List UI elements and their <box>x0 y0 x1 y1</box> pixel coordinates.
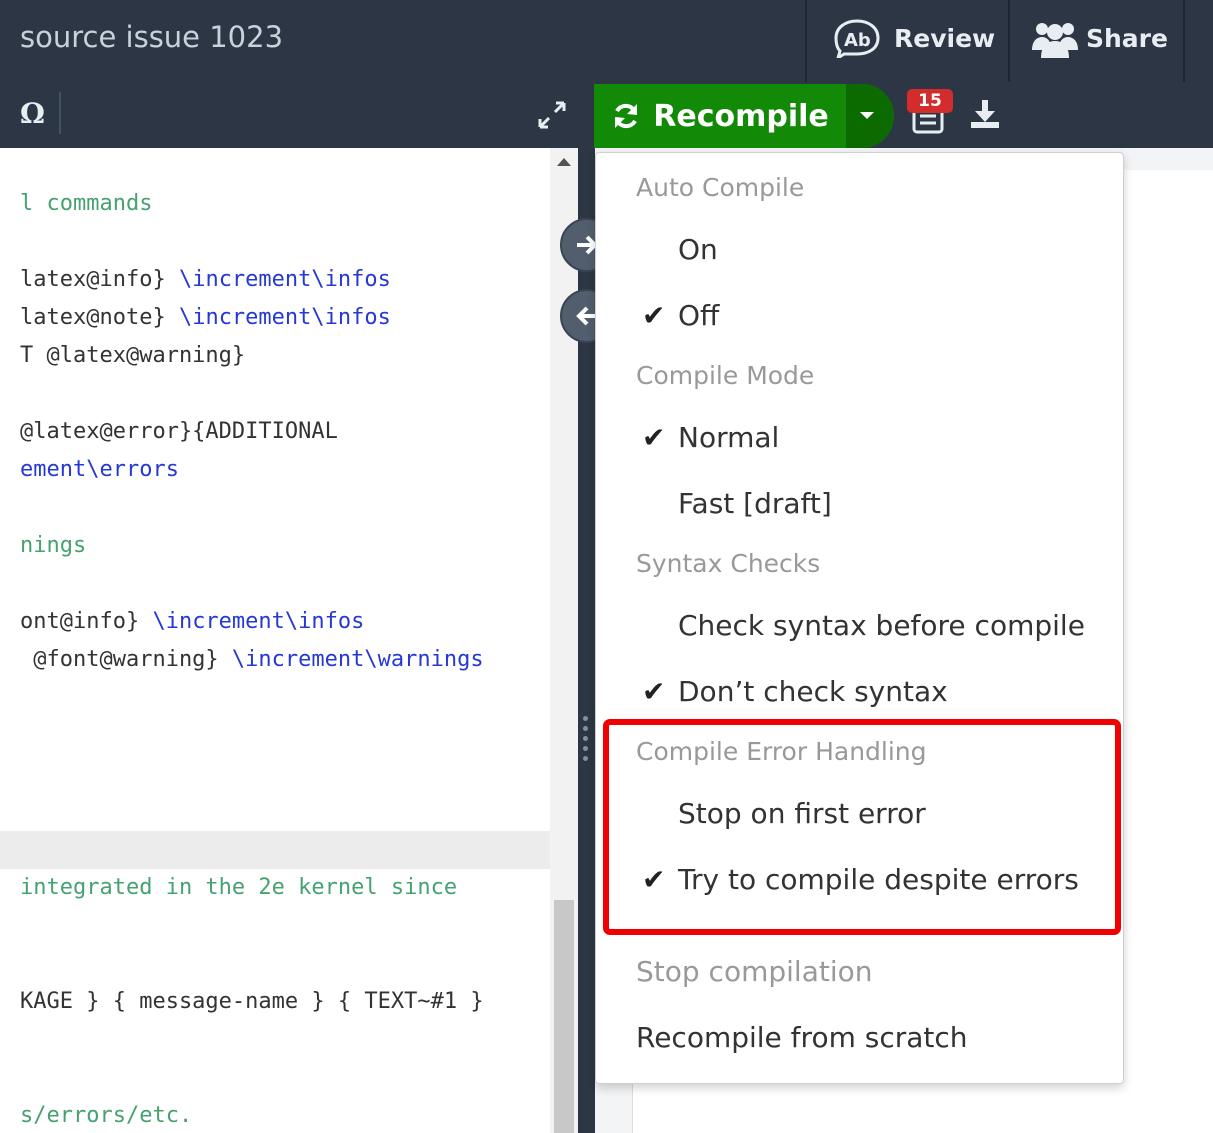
code-line: l commands <box>20 191 153 216</box>
svg-text:Ab: Ab <box>844 30 871 51</box>
check-icon: ✔ <box>642 863 666 896</box>
compile-mode-normal[interactable]: Normal <box>678 421 779 454</box>
recompile-button[interactable]: Recompile <box>594 84 846 148</box>
code-line: T @latex@warning} <box>20 343 246 368</box>
splitter-grip <box>583 746 588 751</box>
review-icon: Ab <box>834 19 880 58</box>
stop-on-first-error[interactable]: Stop on first error <box>678 797 926 830</box>
syntax-check-before-compile[interactable]: Check syntax before compile <box>678 609 1085 642</box>
top-divider <box>1008 0 1010 82</box>
refresh-icon <box>615 103 638 129</box>
recompile-label: Recompile <box>653 98 829 134</box>
auto-compile-off[interactable]: Off <box>678 299 719 332</box>
active-line-highlight <box>0 831 550 869</box>
log-count-badge: 15 <box>907 89 953 113</box>
splitter-grip <box>583 756 588 761</box>
code-line: ont@info} \increment\infos <box>20 609 365 634</box>
code-line: integrated in the 2e kernel since <box>20 875 458 900</box>
compile-mode-header: Compile Mode <box>636 361 815 390</box>
project-title: source issue 1023 <box>20 20 284 54</box>
code-line: KAGE } { message-name } { TEXT~#1 } <box>20 989 484 1014</box>
top-divider <box>805 0 807 82</box>
recompile-group: Recompile <box>594 84 894 148</box>
share-label: Share <box>1086 23 1168 53</box>
check-icon: ✔ <box>642 421 666 454</box>
auto-compile-header: Auto Compile <box>636 173 805 202</box>
code-line: latex@info} \increment\infos <box>20 267 391 292</box>
check-icon: ✔ <box>642 299 666 332</box>
compile-mode-fast[interactable]: Fast [draft] <box>678 487 832 520</box>
code-line: latex@note} \increment\infos <box>20 305 391 330</box>
code-line: nings <box>20 533 87 558</box>
code-line: s/errors/etc. <box>20 1103 193 1128</box>
scrollbar-thumb[interactable] <box>554 900 574 1133</box>
review-button[interactable]: Ab Review <box>830 18 995 58</box>
splitter-grip <box>583 736 588 741</box>
share-button[interactable]: Share <box>1032 18 1168 58</box>
try-compile-despite-errors[interactable]: Try to compile despite errors <box>678 863 1079 896</box>
code-line: @latex@error}{ADDITIONAL <box>20 419 338 444</box>
splitter-grip <box>583 716 588 721</box>
expand-icon[interactable] <box>537 100 567 130</box>
symbol-palette-button[interactable]: Ω <box>20 97 45 130</box>
code-line: @font@warning} \increment\warnings <box>20 647 484 672</box>
download-icon[interactable] <box>969 98 1001 130</box>
check-icon: ✔ <box>642 675 666 708</box>
error-handling-header: Compile Error Handling <box>636 737 927 766</box>
recompile-dropdown-menu: Auto Compile On ✔ Off Compile Mode ✔ Nor… <box>595 152 1124 1084</box>
syntax-dont-check[interactable]: Don’t check syntax <box>678 675 948 708</box>
code-editor[interactable]: l commands latex@info} \increment\infos … <box>0 148 550 1133</box>
top-divider <box>1183 0 1185 82</box>
stop-compilation[interactable]: Stop compilation <box>636 955 872 988</box>
users-icon <box>1032 23 1078 58</box>
code-line: ement\errors <box>20 457 179 482</box>
scroll-up-arrow[interactable] <box>557 158 571 166</box>
splitter-grip <box>583 726 588 731</box>
review-label: Review <box>894 23 996 53</box>
syntax-checks-header: Syntax Checks <box>636 549 821 578</box>
auto-compile-on[interactable]: On <box>678 233 718 266</box>
compile-mode-fast-label: Fast [draft] <box>678 487 832 520</box>
recompile-from-scratch[interactable]: Recompile from scratch <box>636 1021 968 1054</box>
toolbar-divider <box>59 92 61 134</box>
